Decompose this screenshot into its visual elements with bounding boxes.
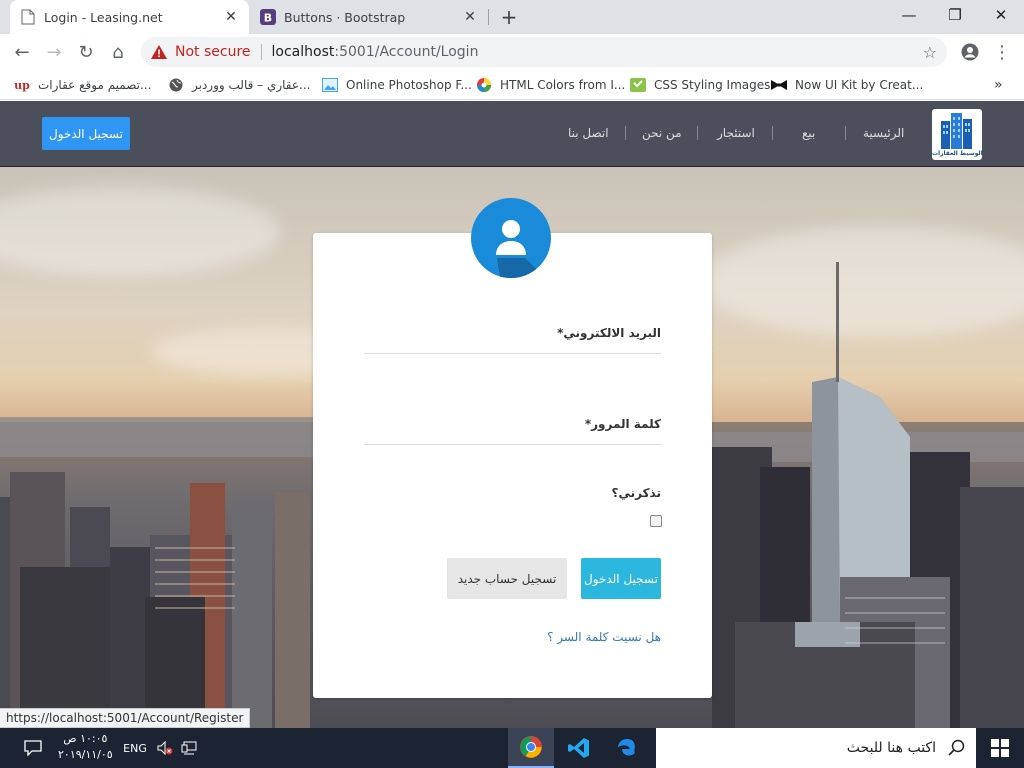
bookmark-label: عقاري – قالب ووردبر... bbox=[192, 78, 311, 92]
bookmarks-overflow-button[interactable]: » bbox=[994, 75, 1003, 95]
window-close-icon[interactable]: ✕ bbox=[978, 0, 1024, 30]
taskbar: ١٠:٠٥ ص ٢٠١٩/١١/٠٥ ENG اكتب هنا للبحث bbox=[0, 728, 1024, 768]
nav-item-home[interactable]: الرئيسية bbox=[863, 126, 904, 140]
close-icon[interactable]: ✕ bbox=[223, 9, 239, 25]
star-icon[interactable]: ☆ bbox=[923, 43, 937, 62]
tab-divider bbox=[488, 9, 489, 25]
bookmark-item[interactable]: CSS Styling Images bbox=[630, 75, 770, 95]
more-menu-icon[interactable]: ⋮ bbox=[988, 38, 1016, 66]
navbar-login-button[interactable]: تسجيل الدخول bbox=[42, 117, 130, 150]
bootstrap-icon: B bbox=[260, 9, 276, 25]
url-path: :5001/Account/Login bbox=[334, 44, 479, 60]
bookmark-item[interactable]: up تصميم موقع عقارات... bbox=[14, 75, 151, 95]
nav-item-sale[interactable]: بيع bbox=[802, 126, 815, 140]
volume-muted-icon[interactable] bbox=[154, 728, 176, 768]
language-indicator[interactable]: ENG bbox=[120, 728, 150, 768]
nav-item-about[interactable]: من نحن bbox=[642, 126, 682, 140]
site-navbar: تسجيل الدخول اتصل بنا من نحن استئجار بيع… bbox=[0, 101, 1024, 167]
up-icon: up bbox=[14, 78, 30, 92]
divider bbox=[260, 44, 262, 60]
remember-me-checkbox[interactable] bbox=[650, 515, 662, 527]
bookmark-label: HTML Colors from I... bbox=[500, 78, 626, 92]
clock[interactable]: ١٠:٠٥ ص ٢٠١٩/١١/٠٥ bbox=[58, 731, 113, 763]
tab-strip: Login - Leasing.net ✕ B Buttons · Bootst… bbox=[0, 0, 1024, 34]
vscode-taskbar-icon[interactable] bbox=[556, 728, 602, 768]
email-input[interactable] bbox=[364, 353, 661, 354]
tab-title: Buttons · Bootstrap bbox=[284, 9, 406, 25]
tab-bootstrap[interactable]: B Buttons · Bootstrap ✕ bbox=[250, 0, 488, 34]
page-icon bbox=[20, 9, 36, 25]
profile-icon[interactable] bbox=[956, 38, 984, 66]
url-host: localhost bbox=[271, 44, 335, 60]
logo-text: الوسيط العقارات bbox=[932, 150, 983, 157]
nav-item-contact[interactable]: اتصل بنا bbox=[568, 126, 609, 140]
email-label: البريد الالكتروني* bbox=[557, 326, 661, 340]
svg-text:B: B bbox=[264, 12, 272, 25]
bookmarks-bar: up تصميم موقع عقارات... عقاري – قالب وور… bbox=[0, 70, 1024, 100]
tab-login[interactable]: Login - Leasing.net ✕ bbox=[10, 0, 249, 34]
globe-icon bbox=[168, 77, 184, 93]
reload-icon[interactable]: ↻ bbox=[72, 38, 100, 66]
site-logo[interactable]: الوسيط العقارات bbox=[932, 109, 983, 160]
bookmark-item[interactable]: HTML Colors from I... bbox=[476, 75, 625, 95]
register-button[interactable]: تسجيل حساب جديد bbox=[447, 558, 567, 599]
new-tab-button[interactable]: + bbox=[497, 5, 521, 29]
bookmark-item[interactable]: Now UI Kit by Creat... bbox=[771, 75, 923, 95]
user-avatar-icon bbox=[471, 193, 551, 283]
password-label: كلمة المرور* bbox=[584, 417, 661, 431]
submit-login-button[interactable]: تسجيل الدخول bbox=[581, 558, 661, 599]
bookmark-item[interactable]: Online Photoshop F... bbox=[322, 75, 472, 95]
bookmark-label: Now UI Kit by Creat... bbox=[795, 78, 924, 92]
status-url-bubble: https://localhost:5001/Account/Register bbox=[0, 708, 251, 728]
nav-item-rent[interactable]: استئجار bbox=[717, 126, 755, 140]
browser-toolbar: ← → ↻ ⌂ Not secure localhost :5001/Accou… bbox=[0, 34, 1024, 70]
clock-time: ١٠:٠٥ ص bbox=[63, 732, 108, 745]
back-icon[interactable]: ← bbox=[8, 38, 36, 66]
bookmark-label: تصميم موقع عقارات... bbox=[38, 78, 152, 92]
taskbar-search-box[interactable]: اكتب هنا للبحث bbox=[656, 728, 976, 768]
nav-divider bbox=[845, 126, 846, 140]
color-wheel-icon bbox=[476, 77, 492, 93]
bowtie-icon bbox=[771, 77, 787, 93]
network-icon[interactable] bbox=[178, 728, 200, 768]
remember-me-label: تذكرني؟ bbox=[611, 486, 662, 500]
bookmark-item[interactable]: عقاري – قالب ووردبر... bbox=[168, 75, 311, 95]
bookmark-label: CSS Styling Images bbox=[654, 78, 771, 92]
edge-taskbar-icon[interactable] bbox=[604, 728, 650, 768]
nav-divider bbox=[772, 126, 773, 140]
close-icon[interactable]: ✕ bbox=[462, 9, 478, 25]
search-icon bbox=[948, 739, 966, 761]
forward-icon[interactable]: → bbox=[40, 38, 68, 66]
restore-icon[interactable]: ❐ bbox=[932, 0, 978, 30]
forgot-password-link[interactable]: هل نسيت كلمة السر ؟ bbox=[547, 630, 661, 644]
home-icon[interactable]: ⌂ bbox=[104, 38, 132, 66]
windows-start-icon[interactable] bbox=[976, 728, 1024, 768]
warning-icon bbox=[151, 45, 167, 59]
nav-divider bbox=[625, 126, 626, 140]
bookmark-label: Online Photoshop F... bbox=[346, 78, 472, 92]
action-center-icon[interactable] bbox=[18, 728, 48, 768]
security-status[interactable]: Not secure bbox=[175, 44, 251, 60]
tab-title: Login - Leasing.net bbox=[44, 9, 163, 25]
login-card bbox=[313, 233, 712, 698]
clock-date: ٢٠١٩/١١/٠٥ bbox=[58, 748, 113, 761]
nav-divider bbox=[697, 126, 698, 140]
image-icon bbox=[322, 77, 338, 93]
password-input[interactable] bbox=[364, 444, 661, 445]
minimize-icon[interactable]: — bbox=[886, 0, 932, 30]
search-placeholder: اكتب هنا للبحث bbox=[846, 740, 936, 756]
css-icon bbox=[630, 77, 646, 93]
chrome-taskbar-icon[interactable] bbox=[508, 728, 554, 768]
address-bar[interactable]: Not secure localhost :5001/Account/Login… bbox=[141, 37, 947, 67]
